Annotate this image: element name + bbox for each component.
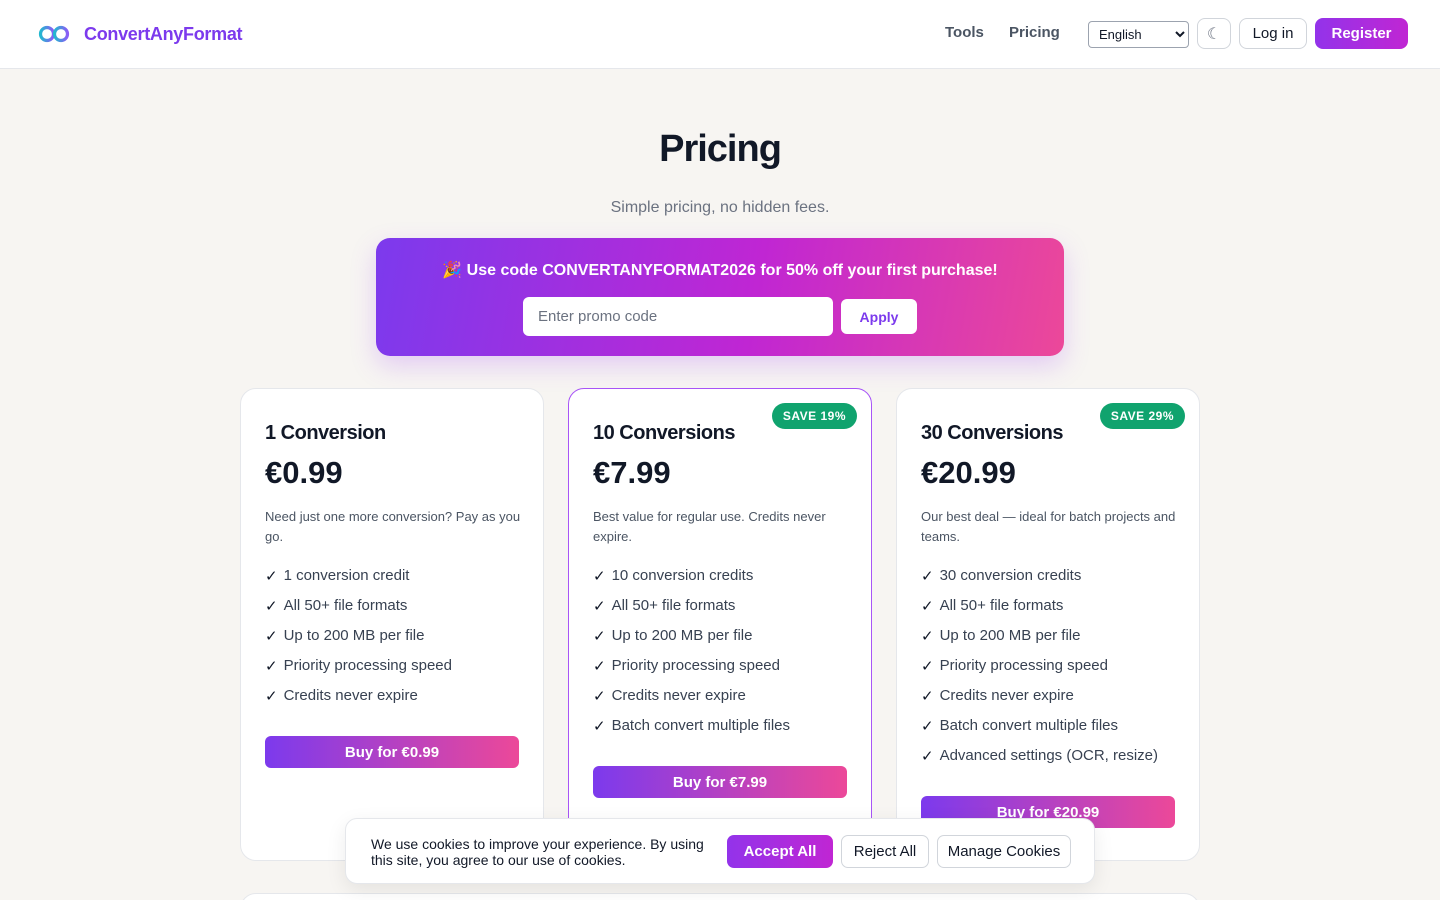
theme-toggle-button[interactable]: ☾ <box>1197 18 1231 49</box>
next-section-card <box>240 893 1200 900</box>
page-title: Pricing <box>659 128 782 170</box>
feature-text: Up to 200 MB per file <box>611 627 753 644</box>
feature-item: ✓ Batch convert multiple files <box>593 717 790 747</box>
nav-pricing-link[interactable]: Pricing <box>1009 24 1060 41</box>
plan-feature-list: ✓ 10 conversion credits ✓ All 50+ file for… <box>593 567 790 747</box>
reject-cookies-button[interactable]: Reject All <box>841 835 929 868</box>
feature-text: Credits never expire <box>939 687 1074 704</box>
check-icon: ✓ <box>265 658 278 675</box>
feature-item: ✓ Credits never expire <box>265 687 452 717</box>
feature-item: ✓ Credits never expire <box>593 687 790 717</box>
feature-item: ✓ Priority processing speed <box>265 657 452 687</box>
feature-text: All 50+ file formats <box>283 597 408 614</box>
page-subtitle: Simple pricing, no hidden fees. <box>610 199 830 216</box>
buy-button-plan-1[interactable]: Buy for €0.99 <box>265 736 519 768</box>
feature-text: 10 conversion credits <box>611 567 754 584</box>
nav-tools-link[interactable]: Tools <box>945 24 984 41</box>
cookie-banner: We use cookies to improve your experienc… <box>345 818 1095 884</box>
feature-text: Batch convert multiple files <box>611 717 790 734</box>
check-icon: ✓ <box>921 748 934 765</box>
check-icon: ✓ <box>921 688 934 705</box>
plan-feature-list: ✓ 1 conversion credit ✓ All 50+ file forma… <box>265 567 452 717</box>
promo-banner: 🎉 Use code CONVERTANYFORMAT2026 for 50% … <box>376 238 1064 356</box>
feature-item: ✓ 30 conversion credits <box>921 567 1158 597</box>
feature-text: Up to 200 MB per file <box>939 627 1081 644</box>
feature-item: ✓ Up to 200 MB per file <box>265 627 452 657</box>
plan-name: 10 Conversions <box>593 422 735 444</box>
feature-text: Advanced settings (OCR, resize) <box>939 747 1158 764</box>
check-icon: ✓ <box>265 598 278 615</box>
feature-item: ✓ Up to 200 MB per file <box>921 627 1158 657</box>
check-icon: ✓ <box>921 658 934 675</box>
feature-item: ✓ Priority processing speed <box>593 657 790 687</box>
plan-card-1: 1 Conversion €0.99 Need just one more co… <box>240 388 544 861</box>
promo-code-input[interactable] <box>523 297 833 336</box>
infinity-logo-icon <box>38 25 70 43</box>
check-icon: ✓ <box>593 568 606 585</box>
register-button[interactable]: Register <box>1315 18 1408 49</box>
feature-text: 30 conversion credits <box>939 567 1082 584</box>
feature-text: Batch convert multiple files <box>939 717 1118 734</box>
feature-text: Credits never expire <box>283 687 418 704</box>
feature-item: ✓ All 50+ file formats <box>921 597 1158 627</box>
feature-text: All 50+ file formats <box>939 597 1064 614</box>
check-icon: ✓ <box>593 598 606 615</box>
save-badge: SAVE 19% <box>771 403 857 429</box>
check-icon: ✓ <box>593 688 606 705</box>
feature-item: ✓ Priority processing speed <box>921 657 1158 687</box>
save-badge: SAVE 29% <box>1099 403 1185 429</box>
feature-item: ✓ Advanced settings (OCR, resize) <box>921 747 1158 777</box>
plan-card-2: SAVE 19% 10 Conversions €7.99 Best value… <box>568 388 872 861</box>
feature-item: ✓ All 50+ file formats <box>593 597 790 627</box>
moon-icon: ☾ <box>1206 25 1222 43</box>
plan-price: €0.99 <box>265 455 343 490</box>
plan-feature-list: ✓ 30 conversion credits ✓ All 50+ file for… <box>921 567 1158 777</box>
check-icon: ✓ <box>921 568 934 585</box>
plan-price: €20.99 <box>921 455 1016 490</box>
brand-logo[interactable]: ConvertAnyFormat <box>38 22 243 46</box>
promo-apply-button[interactable]: Apply <box>841 299 917 334</box>
brand-name: ConvertAnyFormat <box>84 23 243 44</box>
check-icon: ✓ <box>593 658 606 675</box>
feature-text: Priority processing speed <box>939 657 1108 674</box>
plan-name: 1 Conversion <box>265 422 386 444</box>
accept-cookies-button[interactable]: Accept All <box>727 835 833 868</box>
feature-text: Priority processing speed <box>611 657 780 674</box>
plan-card-3: SAVE 29% 30 Conversions €20.99 Our best … <box>896 388 1200 861</box>
manage-cookies-button[interactable]: Manage Cookies <box>937 835 1071 868</box>
feature-text: Credits never expire <box>611 687 746 704</box>
top-header: ConvertAnyFormat Tools Pricing English ☾… <box>0 0 1440 69</box>
plan-description: Need just one more conversion? Pay as yo… <box>265 509 521 544</box>
plan-price: €7.99 <box>593 455 671 490</box>
check-icon: ✓ <box>265 568 278 585</box>
plan-description: Best value for regular use. Credits neve… <box>593 509 826 544</box>
check-icon: ✓ <box>921 718 934 735</box>
feature-item: ✓ Batch convert multiple files <box>921 717 1158 747</box>
feature-item: ✓ 10 conversion credits <box>593 567 790 597</box>
feature-item: ✓ All 50+ file formats <box>265 597 452 627</box>
login-button[interactable]: Log in <box>1239 18 1307 49</box>
check-icon: ✓ <box>921 628 934 645</box>
language-select[interactable]: English <box>1088 21 1189 48</box>
check-icon: ✓ <box>593 718 606 735</box>
check-icon: ✓ <box>593 628 606 645</box>
check-icon: ✓ <box>921 598 934 615</box>
feature-item: ✓ Credits never expire <box>921 687 1158 717</box>
feature-text: Up to 200 MB per file <box>283 627 425 644</box>
cookie-message: We use cookies to improve your experienc… <box>371 836 704 868</box>
feature-text: Priority processing speed <box>283 657 452 674</box>
feature-item: ✓ Up to 200 MB per file <box>593 627 790 657</box>
check-icon: ✓ <box>265 628 278 645</box>
feature-text: All 50+ file formats <box>611 597 736 614</box>
promo-text: 🎉 Use code CONVERTANYFORMAT2026 for 50% … <box>442 262 998 279</box>
buy-button-plan-2[interactable]: Buy for €7.99 <box>593 766 847 798</box>
feature-item: ✓ 1 conversion credit <box>265 567 452 597</box>
feature-text: 1 conversion credit <box>283 567 410 584</box>
plan-name: 30 Conversions <box>921 422 1063 444</box>
check-icon: ✓ <box>265 688 278 705</box>
plan-description: Our best deal — ideal for batch projects… <box>921 509 1176 544</box>
